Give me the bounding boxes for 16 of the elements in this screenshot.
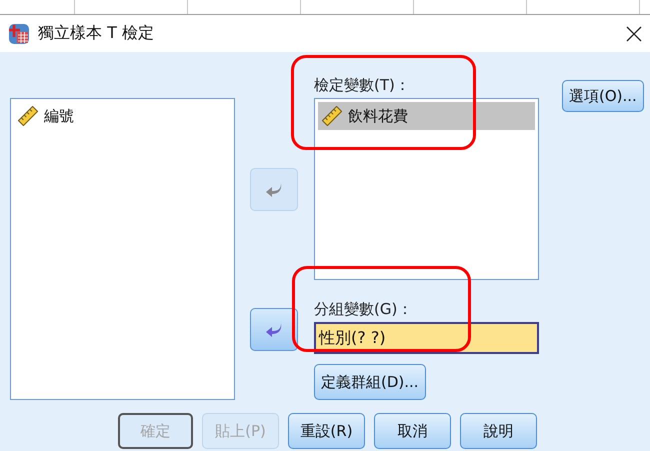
options-button[interactable]: 選項(O)... [562,80,644,112]
variable-label: 編號 [44,106,74,126]
dialog-button[interactable]: 說明 [460,413,537,449]
variable-label: 飲料花費 [348,106,408,126]
define-groups-button[interactable]: 定義群組(D)... [314,364,426,400]
dialog-button[interactable]: 重設(R) [288,413,365,449]
move-button[interactable] [250,308,298,351]
variable-item[interactable]: 編號 [14,102,231,130]
variable-item[interactable]: 飲料花費 [318,102,535,130]
grouping-variable-label: 分組變數(G)： [314,298,414,320]
dialog-button[interactable]: 取消 [374,413,451,449]
window-title: 獨立樣本 T 檢定 [38,23,155,44]
close-icon[interactable] [626,26,642,42]
app-icon [8,22,30,44]
test-variable-label: 檢定變數(T)： [314,74,411,96]
grouping-variable-field[interactable]: 性別(? ?) [314,322,539,354]
